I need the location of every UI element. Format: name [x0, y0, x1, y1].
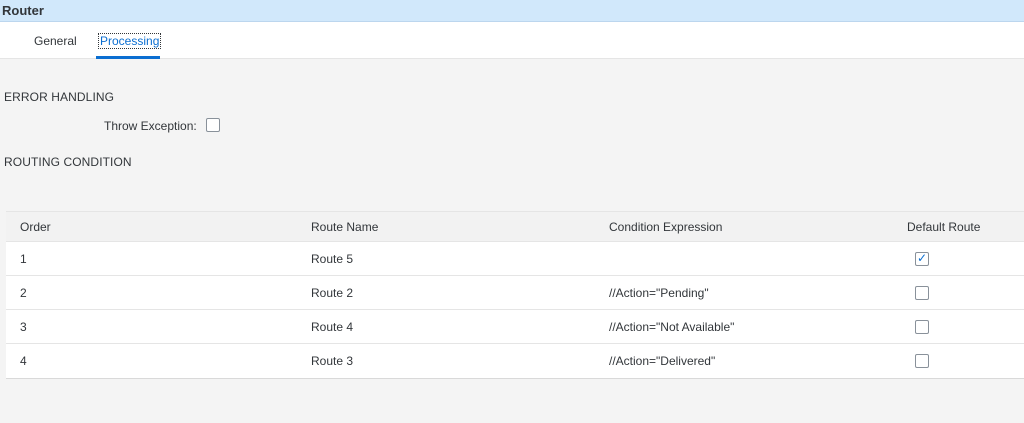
default-route-checkbox[interactable] — [915, 354, 929, 368]
default-route-cell — [915, 276, 929, 309]
default-route-cell: ✓ — [915, 242, 929, 275]
default-route-checkbox[interactable] — [915, 319, 929, 334]
active-tab-indicator — [96, 56, 160, 59]
window-title: Router — [2, 3, 44, 18]
routing-table: Order Route Name Condition Expression De… — [6, 211, 1024, 379]
route-name-cell: Route 4 — [311, 319, 354, 334]
order-cell: 3 — [20, 319, 27, 334]
table-header: Order Route Name Condition Expression De… — [6, 212, 1024, 242]
tab-processing[interactable]: Processing — [96, 22, 162, 59]
routing-condition-heading: ROUTING CONDITION — [4, 155, 132, 169]
table-row[interactable]: 4 Route 3 //Action="Delivered" — [6, 344, 1024, 378]
condition-expression-cell: //Action="Pending" — [609, 285, 709, 300]
route-name-cell: Route 2 — [311, 285, 354, 300]
tab-bar: General Processing — [0, 22, 1024, 59]
column-header-default-route[interactable]: Default Route — [907, 212, 980, 241]
column-header-order[interactable]: Order — [20, 212, 51, 241]
route-name-cell: Route 3 — [311, 354, 354, 368]
column-header-condition-expression[interactable]: Condition Expression — [609, 212, 722, 241]
error-handling-heading: ERROR HANDLING — [4, 90, 115, 104]
title-bar: Router — [0, 0, 1024, 22]
default-route-cell — [915, 310, 929, 343]
default-route-checkbox[interactable]: ✓ — [915, 250, 929, 266]
order-cell: 4 — [20, 354, 27, 368]
default-route-checkbox[interactable] — [915, 285, 929, 300]
condition-expression-cell: //Action="Not Available" — [609, 319, 735, 334]
throw-exception-checkbox[interactable] — [206, 118, 220, 132]
condition-expression-cell: //Action="Delivered" — [609, 354, 716, 368]
tab-general-label: General — [34, 34, 77, 48]
table-row[interactable]: 1 Route 5 ✓ — [6, 242, 1024, 276]
throw-exception-label: Throw Exception: — [104, 119, 197, 133]
table-row[interactable]: 2 Route 2 //Action="Pending" — [6, 276, 1024, 310]
route-name-cell: Route 5 — [311, 251, 354, 266]
tab-processing-label: Processing — [97, 33, 162, 49]
table-row[interactable]: 3 Route 4 //Action="Not Available" — [6, 310, 1024, 344]
tab-general[interactable]: General — [34, 22, 78, 59]
column-header-route-name[interactable]: Route Name — [311, 212, 378, 241]
checkmark-icon: ✓ — [917, 250, 928, 265]
order-cell: 1 — [20, 251, 27, 266]
default-route-cell — [915, 344, 929, 378]
order-cell: 2 — [20, 285, 27, 300]
